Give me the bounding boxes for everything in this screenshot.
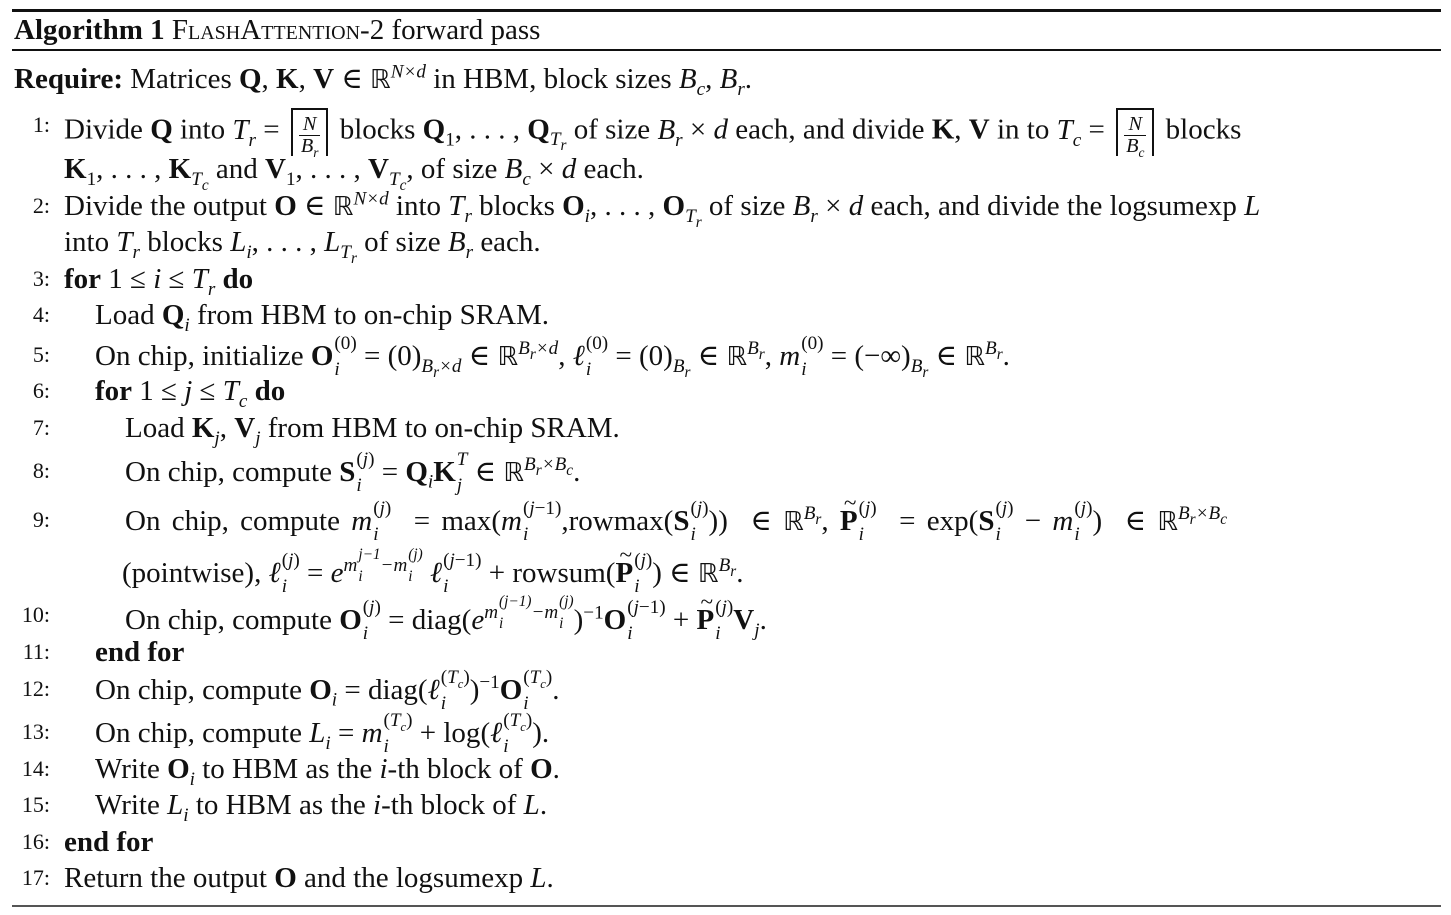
line-text: each, and divide <box>735 113 925 146</box>
line-text: On chip, compute <box>95 673 302 706</box>
line-number: 6: <box>32 378 50 403</box>
line-text: On chip, compute <box>125 604 332 637</box>
line-text: Load <box>125 412 185 444</box>
line-text: in to <box>996 113 1050 146</box>
line-number: 4: <box>32 302 50 327</box>
func-max: max <box>441 504 492 537</box>
algorithm-caption: Algorithm 1 FlashAttention-2 forward pas… <box>14 14 540 46</box>
line-text: and the logsumexp <box>304 862 524 894</box>
line-text: blocks <box>479 190 555 222</box>
line-text: of size <box>708 190 786 222</box>
line-text: into <box>180 113 226 146</box>
require-text: Matrices <box>130 63 232 95</box>
line-text: into <box>395 190 442 222</box>
func-log: log <box>443 716 481 749</box>
line-text: each, and divide the logsumexp <box>870 190 1237 222</box>
line-text: blocks <box>147 226 223 258</box>
line-text: into <box>64 226 110 258</box>
line-text: of size <box>420 153 498 185</box>
line-number: 8: <box>32 458 50 483</box>
line-number: 3: <box>32 266 50 291</box>
line-text: each. <box>480 226 541 258</box>
func-exp: exp <box>926 504 969 537</box>
line-number: 7: <box>32 415 50 440</box>
line-text: Return the output <box>64 862 267 894</box>
line-number: 11: <box>22 639 50 664</box>
line-text: Write <box>95 789 160 821</box>
require-line: Require: Matrices Q, K, V ∈ ℝN×d in HBM,… <box>14 61 753 100</box>
line-text: to HBM as the <box>195 789 366 821</box>
line-text: On chip, compute <box>95 716 302 749</box>
func-rowsum: rowsum <box>512 557 606 590</box>
line-text: Write <box>95 753 160 785</box>
bottom-rule <box>12 905 1441 907</box>
line-text: from HBM to on-chip SRAM. <box>267 412 620 444</box>
algorithm-title-rest: -2 forward pass <box>360 14 541 46</box>
line-number: 1: <box>32 112 50 137</box>
ceil-bracket: N Bc <box>1116 108 1155 159</box>
line-number: 5: <box>32 342 50 367</box>
line-number: 17: <box>21 865 50 890</box>
line-text: Divide <box>64 113 143 146</box>
algorithm-label: Algorithm 1 <box>14 14 165 46</box>
line-number: 12: <box>21 676 50 701</box>
line-text: each. <box>583 153 644 185</box>
line-text: of size <box>364 226 441 258</box>
line-text: On chip, compute <box>125 455 332 488</box>
require-keyword: Require: <box>14 63 124 95</box>
keyword-do: do <box>222 263 254 295</box>
line-number: 10: <box>21 602 50 627</box>
line-text: -th block of <box>387 753 523 785</box>
line-text: to HBM as the <box>202 753 373 785</box>
line-text: blocks <box>339 113 416 146</box>
line-number: 9: <box>32 507 50 532</box>
keyword-end-for: end for <box>64 826 154 858</box>
line-number: 13: <box>21 719 50 744</box>
line-text: and <box>215 153 258 185</box>
line-text: blocks <box>1165 113 1242 146</box>
keyword-for: for <box>95 375 133 407</box>
func-diag: diag <box>411 604 462 637</box>
keyword-end-for: end for <box>95 636 185 668</box>
line-number: 2: <box>32 193 50 218</box>
keyword-do: do <box>254 375 286 407</box>
line-text: -th block of <box>381 789 517 821</box>
algorithm-title-smallcaps: FlashAttention <box>171 14 361 46</box>
top-rule <box>12 9 1441 12</box>
line-number: 16: <box>21 829 50 854</box>
func-rowmax: rowmax <box>568 504 664 537</box>
require-text-2: in HBM, block sizes <box>433 63 672 95</box>
ceil-bracket: N Br <box>290 108 329 159</box>
line-text: from HBM to on-chip SRAM. <box>196 299 550 331</box>
line-text: Load <box>95 299 155 331</box>
line-text: Divide the output <box>64 190 267 222</box>
func-diag: diag <box>367 673 418 706</box>
line-text: On chip, compute <box>125 504 340 537</box>
keyword-for: for <box>64 263 102 295</box>
line-text: On chip, initialize <box>95 339 304 372</box>
line-number: 14: <box>21 756 50 781</box>
caption-rule <box>12 49 1441 51</box>
line-number: 15: <box>21 792 50 817</box>
line-text: of size <box>573 113 651 146</box>
line-text: (pointwise), <box>122 557 262 590</box>
